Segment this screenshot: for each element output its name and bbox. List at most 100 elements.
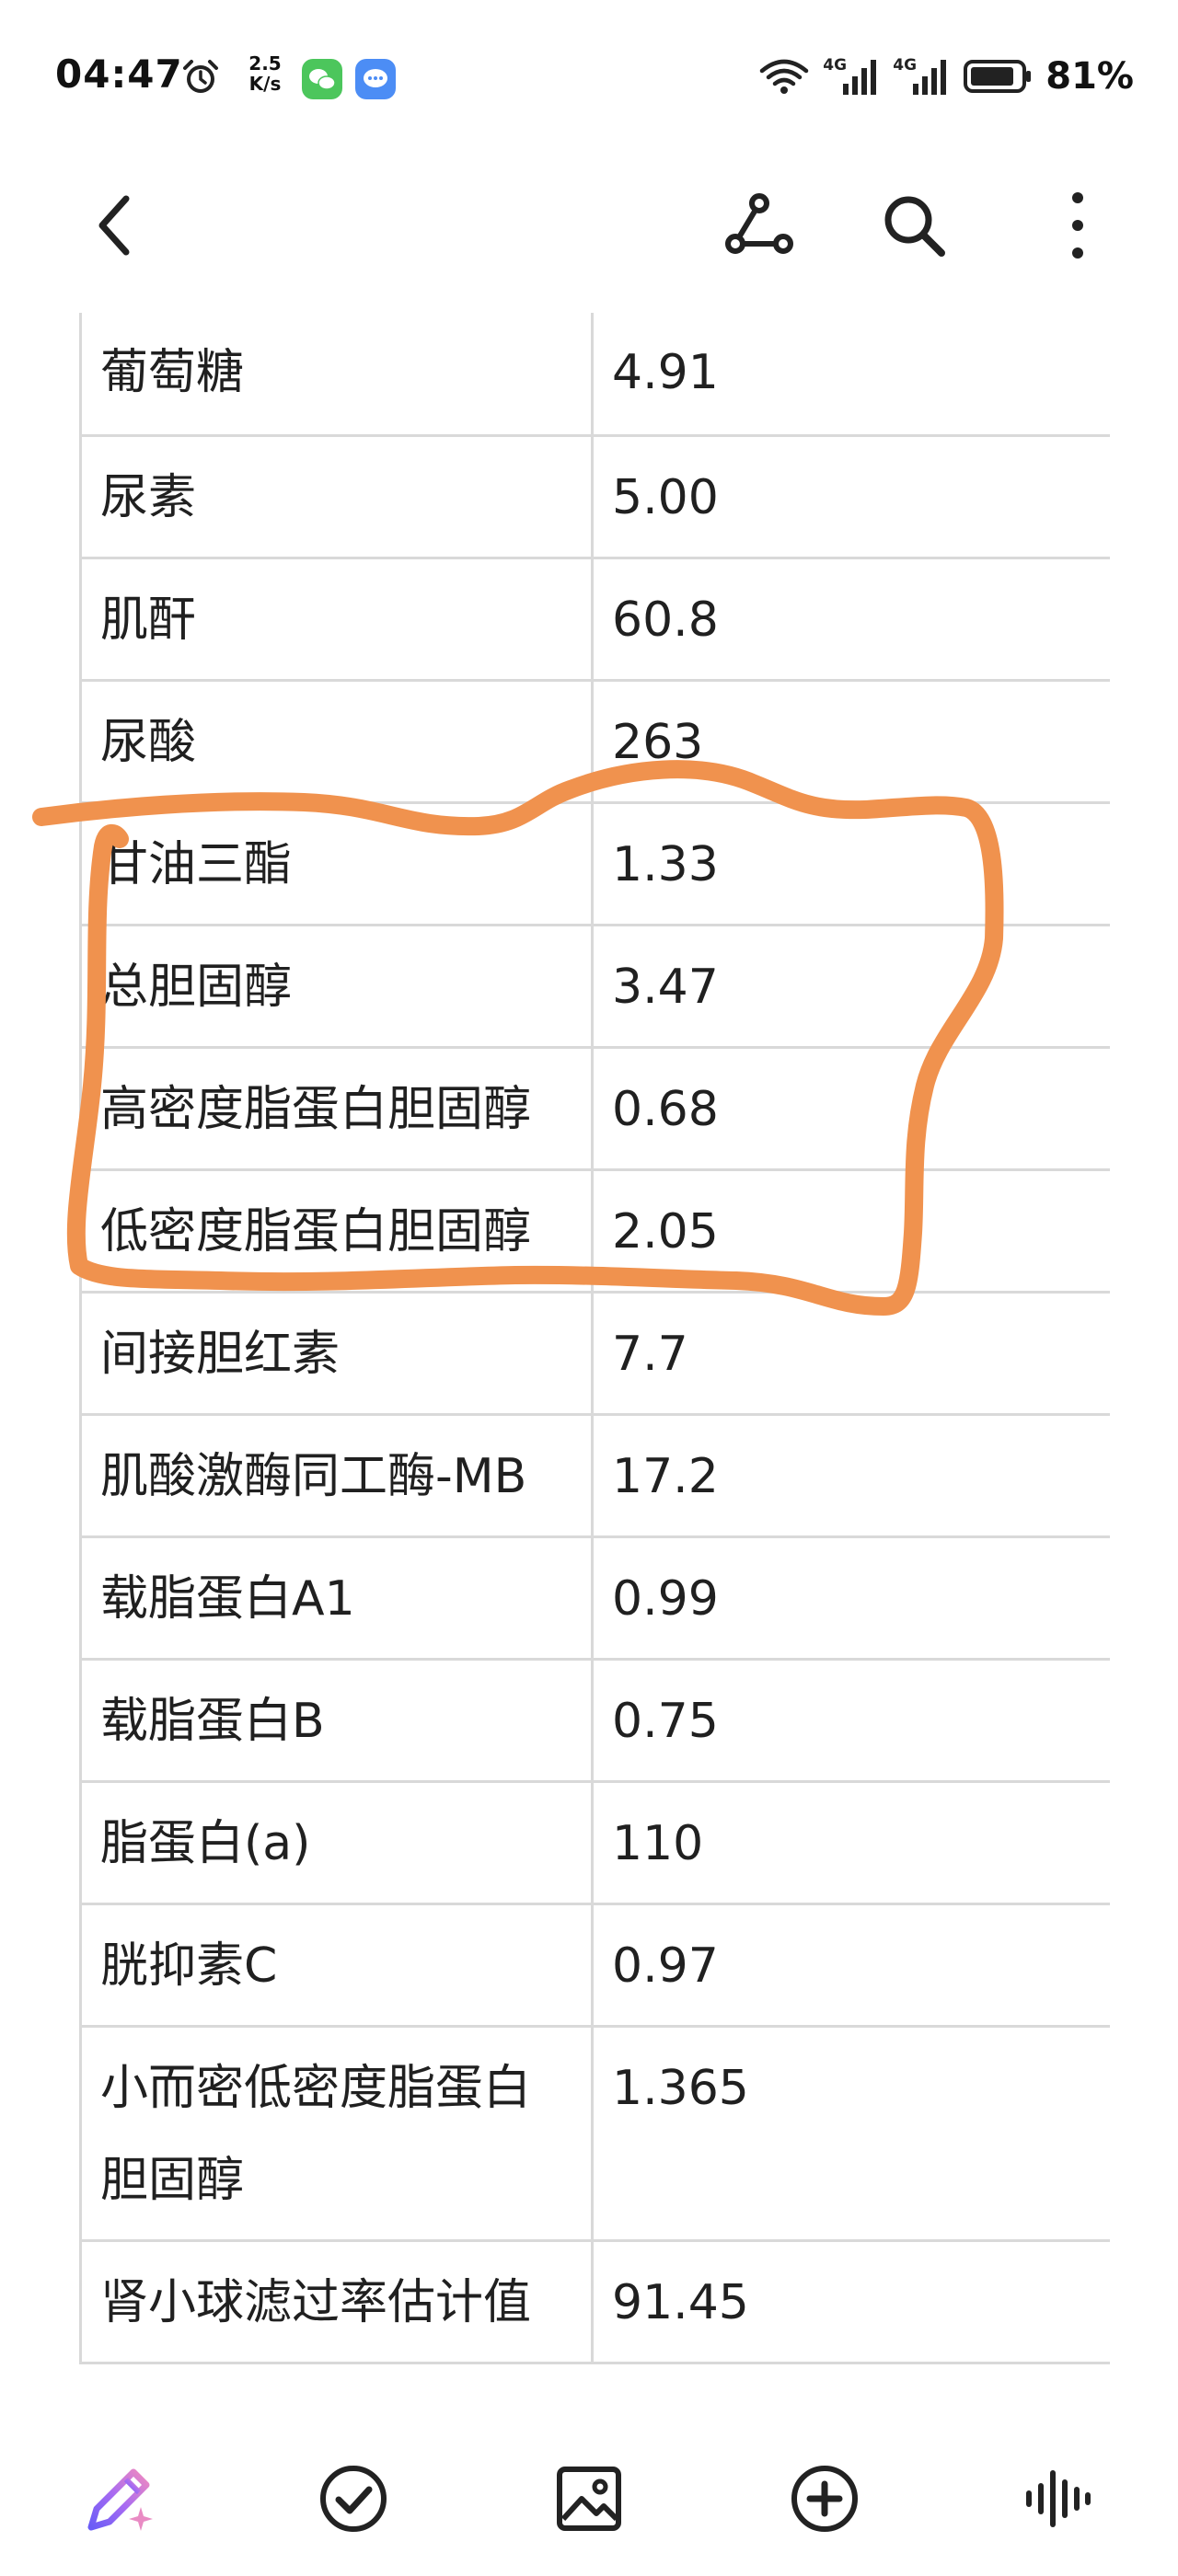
test-value: 91.45: [612, 2274, 749, 2330]
test-value: 2.05: [612, 1203, 719, 1259]
test-value: 4.91: [612, 345, 719, 400]
test-name: 胱抑素C: [100, 1938, 278, 1994]
test-name: 甘油三酯: [100, 836, 293, 892]
share-node-icon: [725, 193, 793, 254]
test-value-cell[interactable]: 110: [591, 1779, 1110, 1905]
voice-input-button[interactable]: [1012, 2453, 1104, 2545]
table-row: 低密度脂蛋白胆固醇 2.05: [79, 1167, 1110, 1294]
back-button[interactable]: [74, 184, 156, 267]
cellular-signal-1: 4G: [823, 56, 880, 97]
test-name-cell[interactable]: 肾小球滤过率估计值: [79, 2238, 594, 2364]
table-row: 高密度脂蛋白胆固醇 0.68: [79, 1045, 1110, 1171]
test-name-cell[interactable]: 脂蛋白(a): [79, 1779, 594, 1905]
status-time: 04:47: [55, 52, 183, 97]
test-name: 肌酸激酶同工酶-MB: [100, 1448, 527, 1504]
network-speed-value: 2.5: [248, 52, 282, 75]
results-table-body: 葡萄糖 4.91 尿素 5.00 肌酐 60.8 尿酸 263 甘油三酯 1.33 总胆固醇 3.47…: [79, 313, 1110, 2364]
more-vertical-icon: [1072, 192, 1083, 259]
results-table: 葡萄糖 4.91 尿素 5.00 肌酐 60.8 尿酸 263 甘油三酯 1.33 总胆固醇 3.47…: [79, 313, 1110, 2364]
test-value-cell[interactable]: 17.2: [591, 1412, 1110, 1538]
test-value-cell[interactable]: 7.7: [591, 1290, 1110, 1416]
test-name-cell[interactable]: 胱抑素C: [79, 1902, 594, 2028]
task-check-button[interactable]: [307, 2453, 399, 2545]
test-name-cell[interactable]: 小而密低密度脂蛋白胆固醇: [79, 2024, 594, 2242]
test-value: 60.8: [612, 592, 719, 648]
test-value-cell[interactable]: 0.75: [591, 1657, 1110, 1783]
table-row: 载脂蛋白B 0.75: [79, 1657, 1110, 1783]
insert-image-button[interactable]: [543, 2453, 635, 2545]
table-row: 尿素 5.00: [79, 433, 1110, 559]
test-value-cell[interactable]: 60.8: [591, 556, 1110, 682]
results-table-container[interactable]: 葡萄糖 4.91 尿素 5.00 肌酐 60.8 尿酸 263 甘油三酯 1.33 总胆固醇 3.47…: [79, 313, 1110, 2420]
test-name: 小而密低密度脂蛋白胆固醇: [100, 2060, 532, 2208]
test-value-cell[interactable]: 0.99: [591, 1535, 1110, 1661]
wechat-notification-icon: [302, 59, 342, 99]
test-name-cell[interactable]: 载脂蛋白A1: [79, 1535, 594, 1661]
test-name-cell[interactable]: 高密度脂蛋白胆固醇: [79, 1045, 594, 1171]
network-speed: 2.5 K/s: [241, 53, 289, 94]
table-row: 葡萄糖 4.91: [79, 313, 1110, 437]
wifi-icon: [760, 59, 809, 94]
add-circle-icon: [791, 2466, 858, 2532]
network-speed-unit: K/s: [248, 73, 282, 95]
test-name: 高密度脂蛋白胆固醇: [100, 1081, 532, 1137]
test-name-cell[interactable]: 肌酐: [79, 556, 594, 682]
add-item-button[interactable]: [779, 2453, 871, 2545]
test-value: 1.33: [612, 836, 719, 892]
screen: 04:47 2.5 K/s 4G 4G 81% 葡萄糖 4.91 尿素 5.00…: [0, 0, 1178, 2576]
test-name: 载脂蛋白B: [100, 1693, 325, 1749]
test-value-cell[interactable]: 1.365: [591, 2024, 1110, 2242]
test-name-cell[interactable]: 尿素: [79, 433, 594, 559]
table-row: 小而密低密度脂蛋白胆固醇 1.365: [79, 2024, 1110, 2242]
test-value-cell[interactable]: 3.47: [591, 923, 1110, 1049]
message-notification-icon: [355, 59, 396, 99]
battery-icon: [964, 60, 1032, 93]
test-name-cell[interactable]: 葡萄糖: [79, 313, 594, 437]
test-name: 总胆固醇: [100, 959, 293, 1015]
test-name: 低密度脂蛋白胆固醇: [100, 1203, 532, 1259]
bottom-toolbar: [0, 2420, 1178, 2576]
test-value: 110: [612, 1815, 704, 1871]
table-row: 肾小球滤过率估计值 91.45: [79, 2238, 1110, 2364]
test-name-cell[interactable]: 总胆固醇: [79, 923, 594, 1049]
test-value-cell[interactable]: 263: [591, 678, 1110, 804]
test-name-cell[interactable]: 低密度脂蛋白胆固醇: [79, 1167, 594, 1294]
test-value-cell[interactable]: 0.97: [591, 1902, 1110, 2028]
test-value-cell[interactable]: 0.68: [591, 1045, 1110, 1171]
test-name-cell[interactable]: 间接胆红素: [79, 1290, 594, 1416]
test-value: 0.97: [612, 1938, 719, 1994]
search-button[interactable]: [872, 184, 955, 267]
table-row: 载脂蛋白A1 0.99: [79, 1535, 1110, 1661]
test-value: 3.47: [612, 959, 719, 1015]
image-icon: [557, 2467, 621, 2531]
test-name: 脂蛋白(a): [100, 1815, 311, 1871]
test-value-cell[interactable]: 4.91: [591, 313, 1110, 437]
test-value: 7.7: [612, 1326, 688, 1382]
status-bar: 04:47 2.5 K/s 4G 4G 81%: [0, 0, 1178, 147]
test-value-cell[interactable]: 5.00: [591, 433, 1110, 559]
signal-bars-icon: [843, 60, 877, 95]
test-value-cell[interactable]: 1.33: [591, 800, 1110, 926]
test-name-cell[interactable]: 载脂蛋白B: [79, 1657, 594, 1783]
test-value: 0.68: [612, 1081, 719, 1137]
test-value-cell[interactable]: 91.45: [591, 2238, 1110, 2364]
table-row: 间接胆红素 7.7: [79, 1290, 1110, 1416]
test-value: 5.00: [612, 469, 719, 525]
table-row: 甘油三酯 1.33: [79, 800, 1110, 926]
signal-bars-icon: [913, 60, 947, 95]
test-value-cell[interactable]: 2.05: [591, 1167, 1110, 1294]
test-name-cell[interactable]: 尿酸: [79, 678, 594, 804]
back-arrow-icon: [98, 195, 130, 256]
test-name-cell[interactable]: 甘油三酯: [79, 800, 594, 926]
ai-write-button[interactable]: [74, 2453, 166, 2545]
app-bar: [0, 147, 1178, 304]
test-name: 葡萄糖: [100, 345, 245, 400]
test-value: 263: [612, 714, 704, 770]
test-name: 肌酐: [100, 592, 197, 648]
test-value: 0.75: [612, 1693, 719, 1749]
test-name-cell[interactable]: 肌酸激酶同工酶-MB: [79, 1412, 594, 1538]
table-row: 总胆固醇 3.47: [79, 923, 1110, 1049]
share-button[interactable]: [718, 184, 801, 267]
more-options-button[interactable]: [1036, 184, 1119, 267]
test-name: 尿酸: [100, 714, 197, 770]
